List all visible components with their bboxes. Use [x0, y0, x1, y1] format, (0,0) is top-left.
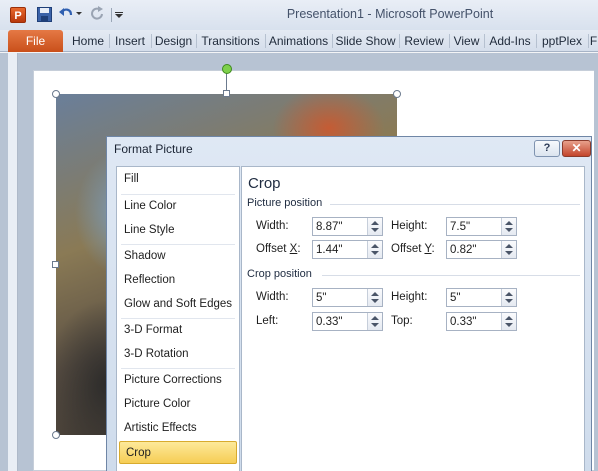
- format-picture-dialog: Format Picture ? ✕ Fill Line Color Line …: [106, 136, 592, 471]
- spin-up-icon[interactable]: [505, 244, 513, 248]
- section-title: Crop: [248, 175, 281, 192]
- resize-handle-left[interactable]: [52, 261, 59, 268]
- offset-x-label-text: Offset: [256, 243, 290, 255]
- category-glow-soft-edges[interactable]: Glow and Soft Edges: [118, 293, 238, 316]
- crop-left-input[interactable]: [313, 313, 365, 330]
- resize-handle-bottom-left[interactable]: [52, 431, 60, 439]
- crop-top-label: Top:: [391, 315, 413, 327]
- spin-up-icon[interactable]: [371, 221, 379, 225]
- category-fill[interactable]: Fill: [118, 168, 238, 191]
- resize-handle-top-right[interactable]: [393, 90, 401, 98]
- group-divider: [322, 275, 580, 276]
- tab-view[interactable]: View: [450, 30, 483, 52]
- spin-down-icon[interactable]: [505, 228, 513, 232]
- category-picture-corrections[interactable]: Picture Corrections: [118, 369, 238, 392]
- tab-transitions[interactable]: Transitions: [197, 30, 264, 52]
- close-button[interactable]: ✕: [562, 140, 591, 157]
- tab-insert[interactable]: Insert: [110, 30, 150, 52]
- picture-height-spinner[interactable]: [446, 217, 517, 236]
- spin-up-icon[interactable]: [371, 316, 379, 320]
- spin-up-icon[interactable]: [505, 292, 513, 296]
- offset-x-spin-buttons[interactable]: [367, 241, 382, 258]
- spin-down-icon[interactable]: [505, 299, 513, 303]
- tab-add-ins[interactable]: Add-Ins: [485, 30, 535, 52]
- spin-down-icon[interactable]: [371, 251, 379, 255]
- group-divider: [330, 204, 580, 205]
- resize-handle-top-left[interactable]: [52, 90, 60, 98]
- picture-width-input[interactable]: [313, 218, 365, 235]
- picture-width-label: Width:: [256, 220, 289, 232]
- offset-x-label: Offset X:: [256, 243, 301, 255]
- window-right-edge: [594, 53, 598, 471]
- spin-down-icon[interactable]: [505, 323, 513, 327]
- spin-up-icon[interactable]: [371, 244, 379, 248]
- crop-left-spin-buttons[interactable]: [367, 313, 382, 330]
- picture-width-spinner[interactable]: [312, 217, 383, 236]
- spin-up-icon[interactable]: [505, 316, 513, 320]
- offset-x-input[interactable]: [313, 241, 365, 258]
- offset-x-label-colon: :: [297, 243, 301, 255]
- tab-truncated[interactable]: F: [589, 30, 598, 52]
- offset-y-label: Offset Y:: [391, 243, 435, 255]
- crop-height-label: Height:: [391, 291, 428, 303]
- spin-down-icon[interactable]: [371, 228, 379, 232]
- category-list: Fill Line Color Line Style Shadow Reflec…: [116, 166, 240, 471]
- spin-up-icon[interactable]: [371, 292, 379, 296]
- picture-height-input[interactable]: [447, 218, 499, 235]
- picture-position-label: Picture position: [247, 197, 323, 209]
- tab-slide-show[interactable]: Slide Show: [333, 30, 398, 52]
- category-reflection[interactable]: Reflection: [118, 269, 238, 292]
- crop-top-spinner[interactable]: [446, 312, 517, 331]
- tab-review[interactable]: Review: [400, 30, 448, 52]
- tab-pptplex[interactable]: pptPlex: [537, 30, 587, 52]
- offset-y-spin-buttons[interactable]: [501, 241, 516, 258]
- resize-handle-top[interactable]: [223, 90, 230, 97]
- crop-top-input[interactable]: [447, 313, 499, 330]
- slides-pane-edge[interactable]: [8, 53, 18, 471]
- crop-left-label: Left:: [256, 315, 279, 327]
- offset-y-accelerator: Y: [424, 243, 432, 255]
- offset-y-label-text: Offset: [391, 243, 425, 255]
- ribbon-tab-bar: File Home Insert Design Transitions Anim…: [0, 30, 598, 52]
- category-line-style[interactable]: Line Style: [118, 219, 238, 242]
- category-artistic-effects[interactable]: Artistic Effects: [118, 417, 238, 440]
- picture-width-spin-buttons[interactable]: [367, 218, 382, 235]
- spin-down-icon[interactable]: [371, 299, 379, 303]
- category-picture-color[interactable]: Picture Color: [118, 393, 238, 416]
- offset-x-spinner[interactable]: [312, 240, 383, 259]
- dialog-title: Format Picture: [114, 142, 193, 156]
- picture-height-spin-buttons[interactable]: [501, 218, 516, 235]
- category-3d-rotation[interactable]: 3-D Rotation: [118, 343, 238, 366]
- category-3d-format[interactable]: 3-D Format: [118, 319, 238, 342]
- tab-design[interactable]: Design: [152, 30, 195, 52]
- crop-height-spin-buttons[interactable]: [501, 289, 516, 306]
- window-title: Presentation1 - Microsoft PowerPoint: [286, 7, 494, 21]
- offset-y-spinner[interactable]: [446, 240, 517, 259]
- picture-height-label: Height:: [391, 220, 428, 232]
- crop-height-spinner[interactable]: [446, 288, 517, 307]
- crop-settings-panel: Crop Picture position Width: Height: Off…: [241, 166, 585, 471]
- tab-home[interactable]: Home: [68, 30, 108, 52]
- category-line-color[interactable]: Line Color: [118, 195, 238, 218]
- rotation-handle[interactable]: [222, 64, 232, 74]
- crop-position-label: Crop position: [247, 268, 312, 280]
- help-button[interactable]: ?: [534, 140, 560, 157]
- category-shadow[interactable]: Shadow: [118, 245, 238, 268]
- crop-width-input[interactable]: [313, 289, 365, 306]
- category-crop[interactable]: Crop: [119, 441, 237, 464]
- tab-animations[interactable]: Animations: [266, 30, 331, 52]
- crop-width-spinner[interactable]: [312, 288, 383, 307]
- offset-y-label-colon: :: [431, 243, 435, 255]
- spin-up-icon[interactable]: [505, 221, 513, 225]
- crop-height-input[interactable]: [447, 289, 499, 306]
- crop-top-spin-buttons[interactable]: [501, 313, 516, 330]
- title-bar: P Presentation1 - Microsoft PowerPoint: [0, 0, 598, 30]
- tab-file[interactable]: File: [8, 30, 63, 52]
- crop-left-spinner[interactable]: [312, 312, 383, 331]
- crop-width-spin-buttons[interactable]: [367, 289, 382, 306]
- offset-y-input[interactable]: [447, 241, 499, 258]
- crop-width-label: Width:: [256, 291, 289, 303]
- spin-down-icon[interactable]: [371, 323, 379, 327]
- spin-down-icon[interactable]: [505, 251, 513, 255]
